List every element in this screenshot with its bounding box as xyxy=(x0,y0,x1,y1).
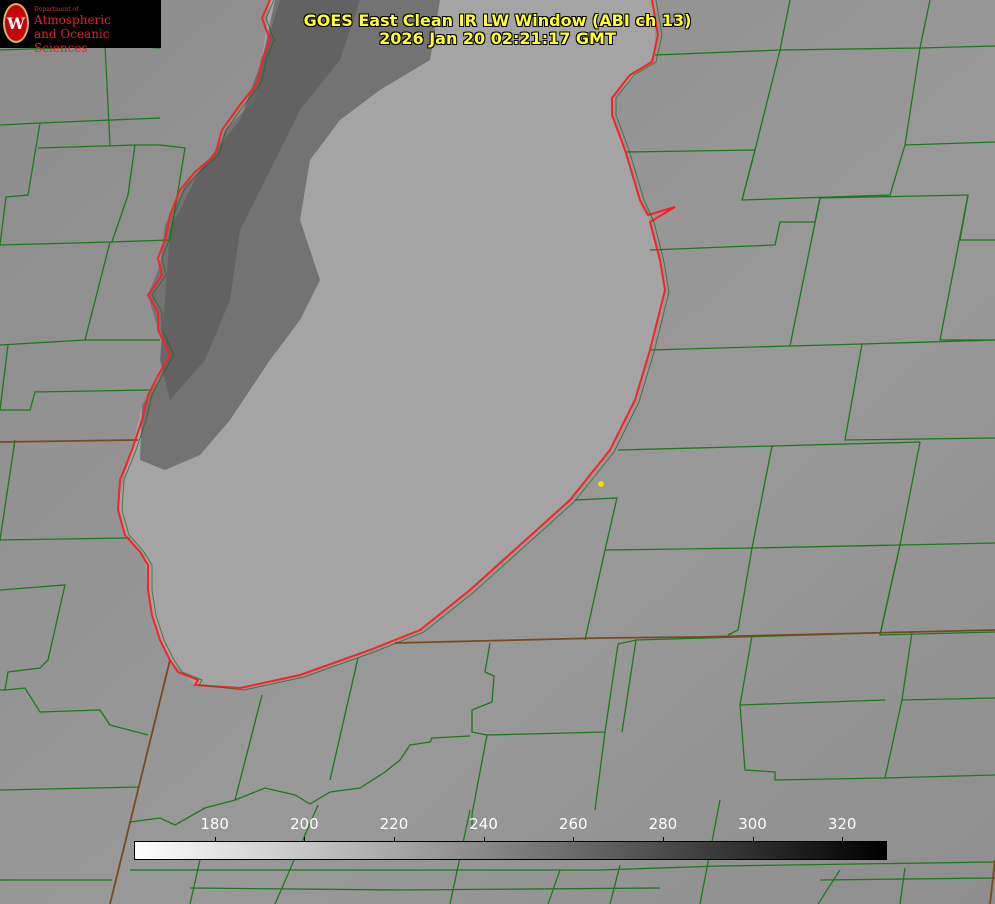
colorbar-tick-label: 280 xyxy=(648,815,678,833)
colorbar-tick-label: 240 xyxy=(469,815,498,833)
uw-seal-icon: W xyxy=(3,3,29,43)
colorbar-tick-mark xyxy=(214,837,216,842)
temperature-colorbar xyxy=(134,841,887,860)
satellite-map xyxy=(0,0,995,904)
logo-department-text: Department of xyxy=(34,6,79,13)
aos-logo[interactable]: W Department of Atmospheric and Oceanic … xyxy=(0,0,161,55)
satellite-image-view: GOES East Clean IR LW Window (ABI ch 13)… xyxy=(0,0,995,904)
colorbar-tick-mark xyxy=(752,837,754,842)
colorbar-tick-label: 300 xyxy=(738,815,767,833)
colorbar-tick-label: 260 xyxy=(558,815,588,833)
colorbar-tick-mark xyxy=(393,837,395,842)
logo-line2: and Oceanic Sciences xyxy=(34,27,110,55)
colorbar-tick-label: 200 xyxy=(289,815,319,833)
colorbar-tick-mark xyxy=(842,837,844,842)
location-marker xyxy=(598,481,604,487)
colorbar-tick-mark xyxy=(483,837,485,842)
colorbar-tick-label: 180 xyxy=(200,815,229,833)
logo-line1: Atmospheric xyxy=(34,13,111,27)
colorbar-tick-mark xyxy=(573,837,575,842)
colorbar-tick-mark xyxy=(662,837,664,842)
colorbar-tick-mark xyxy=(304,837,306,842)
colorbar-tick-label: 320 xyxy=(827,815,857,833)
colorbar-tick-label: 220 xyxy=(379,815,409,833)
